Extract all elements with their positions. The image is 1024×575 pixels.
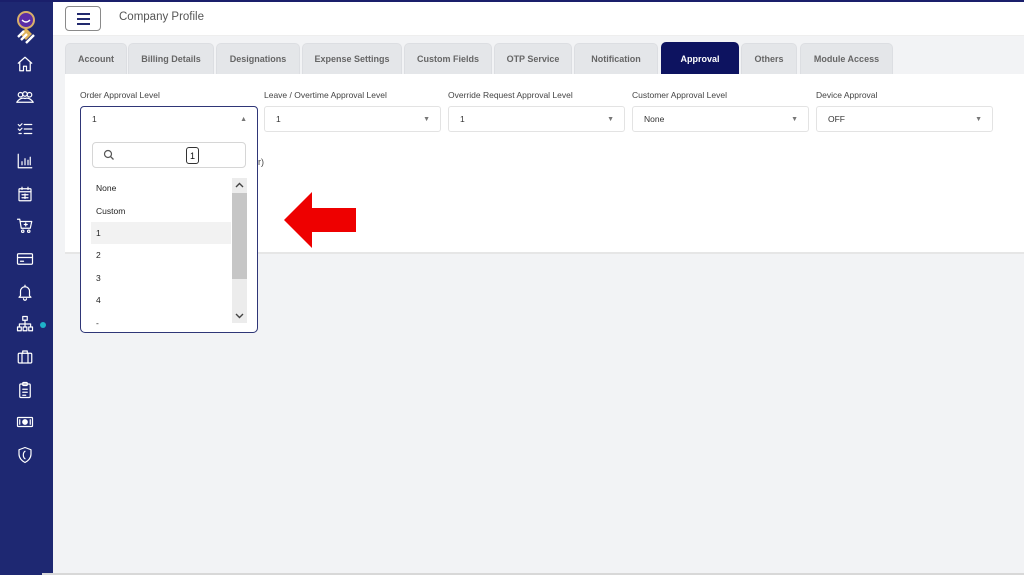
- dropdown-search-input[interactable]: 1: [92, 142, 246, 168]
- obscured-field-label: r): [258, 157, 264, 167]
- dropdown-options-list: None Custom 1 2 3 4 -: [91, 177, 231, 327]
- page-header: Company Profile: [53, 2, 1024, 36]
- chevron-up-icon: ▲: [240, 116, 247, 123]
- customer-approval-label: Customer Approval Level: [632, 90, 727, 100]
- tab-others[interactable]: Others: [741, 43, 797, 74]
- tab-otp-service[interactable]: OTP Service: [494, 43, 572, 74]
- dropdown-option-3[interactable]: 3: [91, 267, 231, 289]
- tab-expense-settings[interactable]: Expense Settings: [302, 43, 402, 74]
- menu-toggle-button[interactable]: [65, 6, 101, 31]
- leave-overtime-approval-label: Leave / Overtime Approval Level: [264, 90, 387, 100]
- order-approval-value: 1: [92, 114, 97, 124]
- dropdown-option-more[interactable]: -: [91, 311, 231, 327]
- shield-icon[interactable]: [14, 444, 36, 466]
- device-approval-value: OFF: [828, 114, 845, 124]
- tab-module-access[interactable]: Module Access: [800, 43, 893, 74]
- scrollbar-thumb[interactable]: [232, 193, 247, 279]
- bell-icon[interactable]: [14, 281, 36, 303]
- tab-designations[interactable]: Designations: [216, 43, 300, 74]
- leave-overtime-approval-value: 1: [276, 114, 281, 124]
- override-request-approval-select[interactable]: 1 ▼: [448, 106, 625, 132]
- dropdown-scrollbar[interactable]: [232, 178, 247, 323]
- hamburger-icon: [76, 12, 90, 15]
- credit-card-icon[interactable]: [14, 248, 36, 270]
- users-icon[interactable]: [14, 86, 36, 108]
- calendar-icon[interactable]: [14, 183, 36, 205]
- briefcase-icon[interactable]: [14, 346, 36, 368]
- chevron-down-icon: ▼: [975, 116, 982, 123]
- notification-dot: [40, 322, 46, 328]
- scroll-up-icon[interactable]: [232, 178, 247, 192]
- bar-chart-icon[interactable]: [14, 150, 36, 172]
- chevron-down-icon: ▼: [607, 116, 614, 123]
- tab-billing-details[interactable]: Billing Details: [128, 43, 214, 74]
- order-approval-select[interactable]: 1 ▲: [80, 106, 258, 132]
- scroll-down-icon[interactable]: [232, 309, 247, 323]
- override-request-approval-value: 1: [460, 114, 465, 124]
- device-approval-label: Device Approval: [816, 90, 878, 100]
- dropdown-option-4[interactable]: 4: [91, 289, 231, 311]
- dropdown-option-1[interactable]: 1: [91, 221, 231, 245]
- page-title: Company Profile: [119, 11, 205, 23]
- cart-icon[interactable]: [14, 215, 36, 237]
- tab-approval[interactable]: Approval: [661, 42, 739, 74]
- order-approval-dropdown: 1 None Custom 1 2 3 4 -: [80, 131, 258, 333]
- customer-approval-select[interactable]: None ▼: [632, 106, 809, 132]
- override-request-approval-label: Override Request Approval Level: [448, 90, 573, 100]
- tab-custom-fields[interactable]: Custom Fields: [404, 43, 492, 74]
- customer-approval-value: None: [644, 114, 665, 124]
- chevron-down-icon: ▼: [791, 116, 798, 123]
- device-approval-select[interactable]: OFF ▼: [816, 106, 993, 132]
- search-icon: [103, 149, 114, 160]
- typed-key-indicator: 1: [186, 147, 199, 164]
- dropdown-option-none[interactable]: None: [91, 177, 231, 199]
- sidebar: [0, 0, 53, 575]
- tab-notification[interactable]: Notification: [574, 43, 658, 74]
- dropdown-option-2[interactable]: 2: [91, 244, 231, 266]
- order-approval-label: Order Approval Level: [80, 90, 160, 100]
- tab-account[interactable]: Account: [65, 43, 127, 74]
- top-border: [0, 0, 1024, 2]
- cash-icon[interactable]: [14, 411, 36, 433]
- dropdown-option-custom[interactable]: Custom: [91, 199, 231, 221]
- chevron-down-icon: ▼: [423, 116, 430, 123]
- red-arrow-annotation-icon: [284, 192, 356, 248]
- checklist-icon[interactable]: [14, 118, 36, 140]
- clipboard-icon[interactable]: [14, 379, 36, 401]
- leave-overtime-approval-select[interactable]: 1 ▼: [264, 106, 441, 132]
- org-chart-icon[interactable]: [14, 313, 36, 335]
- home-icon[interactable]: [14, 53, 36, 75]
- app-logo[interactable]: [12, 10, 40, 46]
